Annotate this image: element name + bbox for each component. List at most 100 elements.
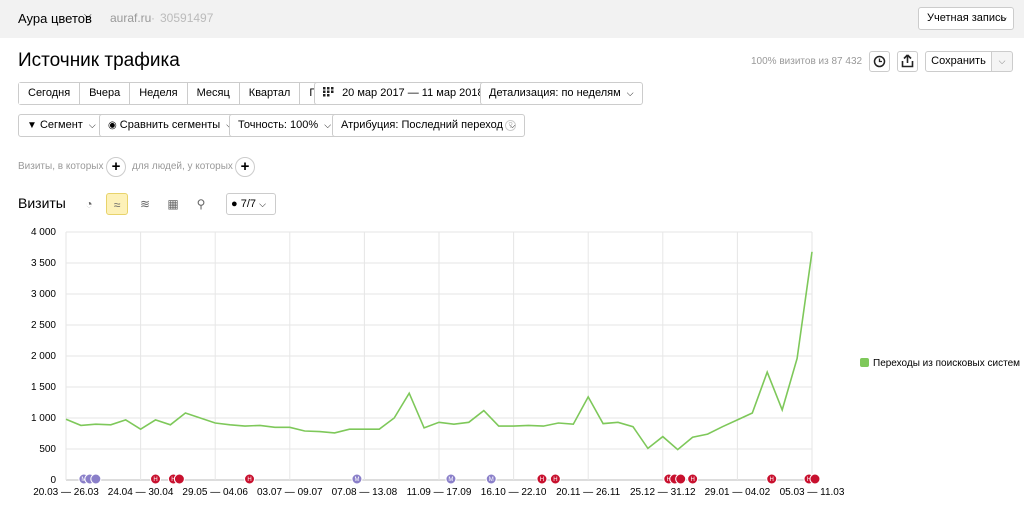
x-tick-label: 07.08 — 13.08 (332, 487, 398, 498)
plus-icon: + (240, 158, 250, 175)
annotation-marker-dot[interactable] (90, 473, 102, 485)
attribution-dropdown[interactable]: Атрибуция: Последний переход ⌵ (332, 114, 525, 137)
chevron-down-icon: ⌵ (998, 56, 1006, 66)
period-week[interactable]: Неделя (130, 83, 188, 104)
calendar-icon (323, 87, 334, 97)
add-people-condition-button[interactable]: + (235, 157, 255, 177)
annotation-marker-label: Н (540, 477, 544, 483)
legend-label: Переходы из поисковых систем (873, 358, 1021, 369)
area-chart-icon: ≋ (139, 197, 151, 211)
clock-icon (873, 55, 886, 68)
compare-label: Сравнить сегменты (119, 119, 221, 131)
y-tick-label: 3 500 (31, 258, 56, 269)
annotation-marker (675, 473, 687, 485)
annotation-marker-label: М (354, 477, 359, 483)
notes-button[interactable]: ● 7/7 ⌵ (226, 193, 276, 215)
annotation-marker-label: Н (247, 477, 251, 483)
accuracy-label: Точность: 100% (238, 119, 319, 131)
x-tick-label: 29.05 — 04.06 (182, 487, 248, 498)
y-tick-label: 4 000 (31, 227, 56, 238)
account-button-label: Учетная запись (927, 12, 1007, 24)
y-tick-label: 2 500 (31, 320, 56, 331)
legend-checkbox[interactable] (860, 358, 869, 367)
period-today[interactable]: Сегодня (19, 83, 81, 104)
segment-label: Сегмент (39, 119, 83, 131)
comment-icon: ● (231, 198, 238, 210)
x-tick-label: 05.03 — 11.03 (780, 487, 845, 498)
account-button[interactable]: Учетная запись ⌵ (918, 7, 1014, 30)
annotation-marker: М (351, 473, 363, 485)
chevron-down-icon: ⌵ (1000, 13, 1007, 23)
line-chart-tool[interactable]: ≈ (106, 193, 128, 215)
y-tick-label: 1 500 (31, 382, 56, 393)
map-tool[interactable]: ⚲ (190, 193, 212, 215)
x-tick-label: 20.11 — 26.11 (556, 487, 621, 498)
attribution-label: Атрибуция: Последний переход (341, 119, 503, 131)
top-bar: Аура цветов ⌵ auraf.ru · 30591497 Учетна… (0, 0, 1024, 38)
annotation-marker-dot[interactable] (173, 473, 185, 485)
annotation-marker (90, 473, 102, 485)
segment-dropdown[interactable]: ▼ Сегмент ⌵ (18, 114, 105, 137)
metric-title: Визиты (18, 195, 66, 211)
chevron-down-icon: ⌵ (626, 88, 634, 98)
counter-separator: · (151, 11, 155, 25)
period-month[interactable]: Месяц (187, 83, 240, 104)
y-tick-label: 500 (39, 444, 56, 455)
export-button[interactable] (897, 51, 918, 72)
upload-icon (901, 54, 914, 68)
help-icon[interactable]: ? (505, 120, 516, 131)
annotation-marker: Н (536, 473, 548, 485)
annotation-marker-dot[interactable] (809, 473, 821, 485)
visits-line-chart: 4 0003 5003 0002 5002 0001 5001 00050002… (31, 227, 845, 498)
annotation-marker-dot[interactable] (675, 473, 687, 485)
x-tick-label: 03.07 — 09.07 (257, 487, 323, 498)
annotation-marker-label: Н (770, 477, 774, 483)
chevron-down-icon: ⌵ (324, 120, 332, 130)
notes-count: 7/7 (240, 198, 257, 210)
area-chart-tool[interactable]: ≋ (134, 193, 156, 215)
annotation-marker-label: М (448, 477, 453, 483)
plus-icon: + (111, 158, 121, 175)
page-title: Источник трафика (18, 50, 180, 71)
annotation-marker: М (445, 473, 457, 485)
compare-segments-dropdown[interactable]: ◉ Сравнить сегменты ⌵ (99, 114, 243, 137)
x-tick-label: 11.09 — 17.09 (407, 487, 472, 498)
history-button[interactable] (869, 51, 890, 72)
annotation-marker: М (485, 473, 497, 485)
x-tick-label: 20.03 — 26.03 (33, 487, 99, 498)
y-tick-label: 2 000 (31, 351, 56, 362)
segment-visits-label: Визиты, в которых (18, 161, 104, 172)
annotation-marker (173, 473, 185, 485)
period-selector: Сегодня Вчера Неделя Месяц Квартал Год (18, 82, 337, 105)
period-yesterday[interactable]: Вчера (80, 83, 131, 104)
detail-dropdown[interactable]: Детализация: по неделям ⌵ (480, 82, 643, 105)
period-quarter[interactable]: Квартал (239, 83, 301, 104)
x-tick-label: 29.01 — 04.02 (705, 487, 771, 498)
annotation-marker: Н (549, 473, 561, 485)
binoculars-icon: ◉ (108, 120, 117, 131)
segment-people-label: для людей, у которых (132, 161, 233, 172)
save-button[interactable]: Сохранить (925, 51, 992, 72)
counter-selector[interactable]: Аура цветов (18, 11, 92, 26)
annotation-marker: Н (150, 473, 162, 485)
counter-site: auraf.ru (110, 11, 152, 25)
annotation-marker-label: Н (153, 477, 157, 483)
bar-chart-tool[interactable]: ▦ (162, 193, 184, 215)
x-tick-label: 25.12 — 31.12 (630, 487, 696, 498)
chevron-down-icon[interactable]: ⌵ (84, 10, 92, 21)
annotation-marker-label: Н (553, 477, 557, 483)
date-range-label: 20 мар 2017 — 11 мар 2018 (342, 87, 484, 99)
pie-chart-tool[interactable]: ◔ (78, 193, 100, 215)
y-tick-label: 3 000 (31, 289, 56, 300)
chart-legend[interactable]: Переходы из поисковых систем (860, 358, 1020, 369)
annotation-marker: Н (766, 473, 778, 485)
x-tick-label: 16.10 — 22.10 (481, 487, 547, 498)
annotation-marker: Н (244, 473, 256, 485)
visits-share: 100% визитов из 87 432 (751, 56, 863, 67)
accuracy-dropdown[interactable]: Точность: 100% ⌵ (229, 114, 341, 137)
annotation-marker-label: Н (690, 477, 694, 483)
date-range-button[interactable]: 20 мар 2017 — 11 мар 2018 (314, 82, 493, 105)
save-options-button[interactable]: ⌵ (991, 51, 1013, 72)
annotation-marker: Н (687, 473, 699, 485)
add-visit-condition-button[interactable]: + (106, 157, 126, 177)
